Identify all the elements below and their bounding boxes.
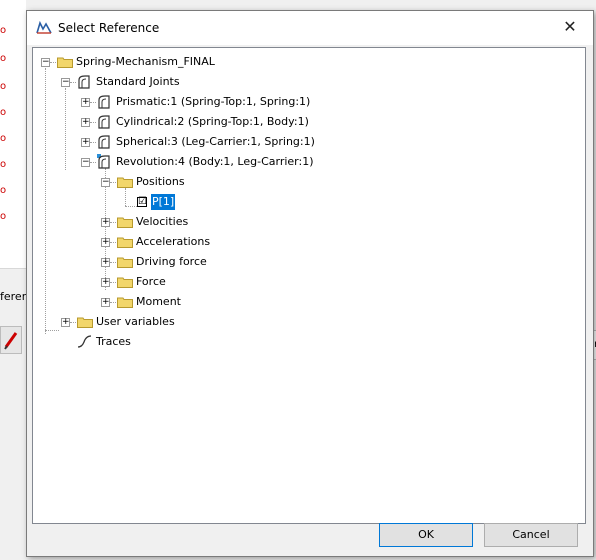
pencil-tool-button[interactable]: [0, 326, 22, 354]
tree-line: [110, 282, 116, 283]
bg-mark: o: [0, 185, 7, 196]
tree-label: Cylindrical:2 (Spring-Top:1, Body:1): [116, 115, 309, 128]
folder-icon: [57, 57, 73, 68]
tree-label: Standard Joints: [96, 75, 180, 88]
tree-line: [90, 122, 96, 123]
close-button[interactable]: ✕: [547, 11, 593, 45]
tree-label: Moment: [136, 295, 181, 308]
reference-tree[interactable]: − Spring-Mechanism_FINAL − Standard Join…: [32, 47, 586, 524]
bg-mark: o: [0, 133, 7, 144]
expand-toggle[interactable]: +: [101, 257, 110, 267]
expand-toggle[interactable]: +: [61, 317, 70, 327]
tree-label: Velocities: [136, 215, 189, 228]
joint-icon: [98, 95, 110, 109]
joint-icon: [98, 115, 110, 129]
tree-line: [110, 242, 116, 243]
folder-icon: [117, 277, 133, 288]
tree-label: Spring-Mechanism_FINAL: [76, 55, 215, 68]
tree-label: Revolution:4 (Body:1, Leg-Carrier:1): [116, 155, 314, 168]
tree-label: Positions: [136, 175, 185, 188]
revolution-joint-icon: [97, 154, 110, 169]
collapse-toggle[interactable]: −: [41, 57, 50, 67]
background-panel: o o o o o o o o: [0, 0, 26, 270]
tree-label: Prismatic:1 (Spring-Top:1, Spring:1): [116, 95, 311, 108]
tree-line: [110, 302, 116, 303]
tree-label: Spherical:3 (Leg-Carrier:1, Spring:1): [116, 135, 315, 148]
tree-line: [65, 88, 66, 170]
collapse-toggle[interactable]: −: [81, 157, 90, 167]
cancel-button[interactable]: Cancel: [484, 523, 578, 547]
select-reference-dialog: Select Reference ✕ − Spring-Mechanism_FI…: [26, 10, 594, 557]
tree-label: User variables: [96, 315, 175, 328]
tree-line: [125, 206, 137, 207]
joint-icon: [98, 135, 110, 149]
background-label: feren: [0, 290, 29, 303]
tree-line: [90, 162, 96, 163]
bg-mark: o: [0, 53, 7, 64]
tree-line: [110, 182, 116, 183]
app-logo-icon: [36, 21, 52, 34]
bg-mark: o: [0, 25, 7, 36]
collapse-toggle[interactable]: −: [61, 77, 70, 87]
background-panel-lower: [0, 268, 26, 560]
tree-line: [70, 322, 76, 323]
tree-line: [45, 68, 46, 334]
tree-line: [45, 330, 59, 331]
expand-toggle[interactable]: +: [101, 217, 110, 227]
tree-line: [110, 262, 116, 263]
tree-line: [50, 62, 56, 63]
folder-icon: [117, 237, 133, 248]
joint-icon: [78, 75, 90, 89]
tree-label: Accelerations: [136, 235, 211, 248]
tree-line: [90, 142, 96, 143]
tree-label: Force: [136, 275, 166, 288]
folder-icon: [117, 217, 133, 228]
trace-curve-icon: [77, 335, 92, 348]
pencil-icon: [4, 332, 18, 350]
folder-icon: [117, 297, 133, 308]
close-icon: ✕: [563, 17, 577, 36]
expand-toggle[interactable]: +: [81, 137, 90, 147]
folder-icon: [117, 257, 133, 268]
collapse-toggle[interactable]: −: [101, 177, 110, 187]
expand-toggle[interactable]: +: [101, 237, 110, 247]
bg-mark: o: [0, 211, 7, 222]
expand-toggle[interactable]: +: [101, 297, 110, 307]
bg-mark: o: [0, 159, 7, 170]
tree-label-selected: P[1]: [151, 194, 176, 210]
p1-checkbox[interactable]: ☑: [137, 197, 147, 207]
tree-line: [90, 102, 96, 103]
expand-toggle[interactable]: +: [81, 117, 90, 127]
bg-mark: o: [0, 81, 7, 92]
tree-line: [70, 82, 76, 83]
folder-icon: [77, 317, 93, 328]
expand-toggle[interactable]: +: [101, 277, 110, 287]
title-bar: Select Reference ✕: [27, 11, 593, 45]
dialog-title: Select Reference: [58, 21, 160, 35]
expand-toggle[interactable]: +: [81, 97, 90, 107]
bg-mark: o: [0, 107, 7, 118]
folder-icon: [117, 177, 133, 188]
tree-line: [110, 222, 116, 223]
tree-line: [125, 188, 126, 206]
tree-label: Driving force: [136, 255, 207, 268]
ok-button[interactable]: OK: [379, 523, 473, 547]
tree-label: Traces: [96, 335, 131, 348]
